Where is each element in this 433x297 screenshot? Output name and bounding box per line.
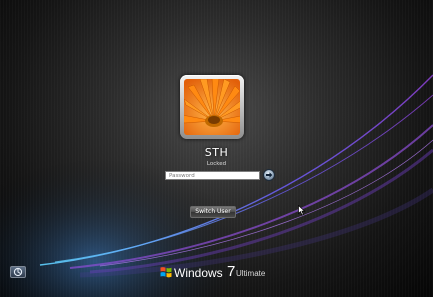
windows-logo-icon: [160, 267, 172, 278]
windows-wordmark: Windows: [174, 266, 223, 280]
windows-version: 7: [227, 263, 236, 280]
ease-of-access-button[interactable]: [10, 266, 26, 278]
lock-status-label: Locked: [206, 161, 227, 167]
submit-arrow-button[interactable]: [263, 169, 275, 181]
logon-screen: STH Locked Switch User Windows 7 Ultimat…: [0, 0, 433, 297]
flower-picture: [184, 79, 240, 135]
arrow-right-icon: [266, 172, 273, 178]
switch-user-button[interactable]: Switch User: [190, 206, 236, 218]
ease-of-access-icon: [13, 267, 23, 277]
user-avatar: [180, 75, 244, 139]
password-field[interactable]: [165, 171, 260, 180]
windows-edition: Ultimate: [236, 269, 266, 278]
mouse-pointer-icon: [298, 205, 306, 216]
username-label: STH: [204, 146, 229, 159]
